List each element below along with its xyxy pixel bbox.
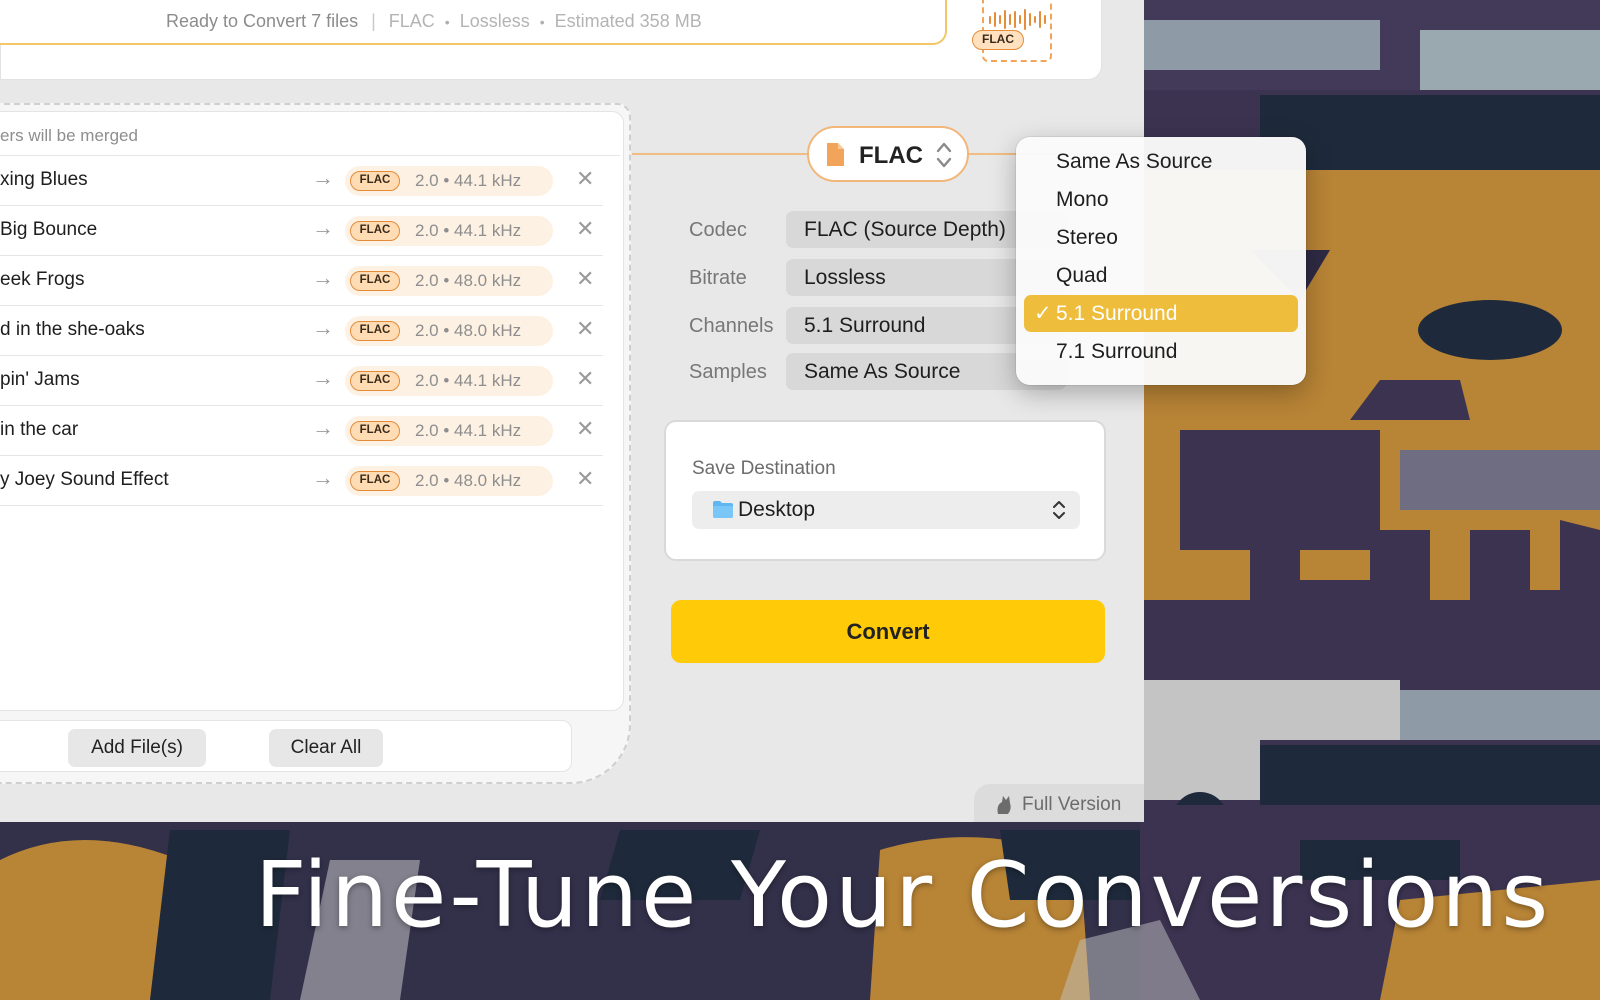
- file-spec-pill: FLAC 2.0 • 44.1 kHz: [345, 366, 553, 396]
- menu-item-label: Same As Source: [1056, 150, 1213, 173]
- status-dot: •: [539, 13, 545, 30]
- menu-item[interactable]: Same As Source: [1024, 143, 1298, 180]
- remove-file-button[interactable]: ✕: [576, 167, 594, 191]
- flac-badge: FLAC: [350, 171, 400, 191]
- save-destination-label: Save Destination: [692, 458, 836, 479]
- menu-item[interactable]: Mono: [1024, 181, 1298, 218]
- status-format: FLAC: [388, 11, 435, 31]
- channels-dropdown-menu: Same As Source Mono Stereo Quad ✓ 5.1 Surroun…: [1016, 137, 1306, 385]
- menu-item-label: Quad: [1056, 264, 1108, 287]
- flac-badge: FLAC: [350, 371, 400, 391]
- file-row[interactable]: pin' Jams → FLAC 2.0 • 44.1 kHz ✕: [0, 355, 603, 406]
- file-spec: 2.0 • 44.1 kHz: [415, 221, 522, 240]
- checkmark-icon: ✓: [1034, 302, 1052, 325]
- file-name: in the car: [0, 419, 79, 440]
- file-spec: 2.0 • 44.1 kHz: [415, 171, 522, 190]
- menu-item[interactable]: ✓ 5.1 Surround: [1024, 295, 1298, 332]
- flac-badge: FLAC: [350, 271, 400, 291]
- file-spec: 2.0 • 48.0 kHz: [415, 471, 522, 490]
- document-icon: [827, 143, 844, 166]
- output-format-selector[interactable]: FLAC: [807, 126, 969, 182]
- channels-label: Channels: [689, 315, 774, 337]
- file-name: pin' Jams: [0, 369, 80, 390]
- format-label: FLAC: [859, 142, 923, 169]
- arrow-right-icon: →: [312, 215, 334, 240]
- status-estimate: Estimated 358 MB: [554, 11, 702, 31]
- chevron-up-down-icon: [1053, 501, 1065, 519]
- remove-file-button[interactable]: ✕: [576, 467, 594, 491]
- remove-file-button[interactable]: ✕: [576, 267, 594, 291]
- file-row[interactable]: eek Frogs → FLAC 2.0 • 48.0 kHz ✕: [0, 255, 603, 306]
- menu-item[interactable]: Stereo: [1024, 219, 1298, 256]
- file-row[interactable]: in the car → FLAC 2.0 • 44.1 kHz ✕: [0, 405, 603, 456]
- file-row[interactable]: Big Bounce → FLAC 2.0 • 44.1 kHz ✕: [0, 205, 603, 256]
- bitrate-label: Bitrate: [689, 267, 747, 289]
- save-destination-card: Save Destination Desktop: [664, 420, 1106, 561]
- menu-item[interactable]: Quad: [1024, 257, 1298, 294]
- file-row[interactable]: y Joey Sound Effect → FLAC 2.0 • 48.0 kHz ✕: [0, 455, 603, 506]
- file-spec: 2.0 • 44.1 kHz: [415, 371, 522, 390]
- arrow-right-icon: →: [312, 315, 334, 340]
- conversion-status-bar: Ready to Convert 7 files | FLAC • Lossle…: [0, 0, 947, 45]
- arrow-right-icon: →: [312, 415, 334, 440]
- destination-value: Desktop: [738, 498, 816, 521]
- chevron-up-down-icon: [936, 142, 952, 168]
- file-name: y Joey Sound Effect: [0, 469, 169, 490]
- file-spec-pill: FLAC 2.0 • 44.1 kHz: [345, 416, 553, 446]
- file-spec: 2.0 • 48.0 kHz: [415, 271, 522, 290]
- file-name: Big Bounce: [0, 219, 98, 240]
- menu-item-label: Mono: [1056, 188, 1109, 211]
- file-row[interactable]: xing Blues → FLAC 2.0 • 44.1 kHz ✕: [0, 155, 603, 206]
- flac-badge: FLAC: [350, 471, 400, 491]
- flac-file-icon: FLAC: [972, 0, 1052, 62]
- arrow-right-icon: →: [312, 365, 334, 390]
- full-version-label: Full Version: [1022, 794, 1122, 815]
- status-separator: |: [371, 11, 376, 31]
- convert-button[interactable]: Convert: [671, 600, 1105, 663]
- remove-file-button[interactable]: ✕: [576, 417, 594, 441]
- ready-status-text: Ready to Convert 7 files: [166, 11, 359, 31]
- file-spec: 2.0 • 48.0 kHz: [415, 321, 522, 340]
- flac-badge: FLAC: [350, 421, 400, 441]
- flac-badge: FLAC: [350, 321, 400, 341]
- samples-label: Samples: [689, 361, 767, 383]
- menu-item-label: 7.1 Surround: [1056, 340, 1178, 363]
- file-spec-pill: FLAC 2.0 • 44.1 kHz: [345, 216, 553, 246]
- arrow-right-icon: →: [312, 265, 334, 290]
- menu-item[interactable]: 7.1 Surround: [1024, 333, 1298, 370]
- add-files-button[interactable]: Add File(s): [68, 729, 206, 767]
- destination-select[interactable]: Desktop: [692, 491, 1080, 529]
- file-spec-pill: FLAC 2.0 • 48.0 kHz: [345, 316, 553, 346]
- cat-icon: [997, 796, 1011, 814]
- file-row[interactable]: d in the she-oaks → FLAC 2.0 • 48.0 kHz ✕: [0, 305, 603, 356]
- status-quality: Lossless: [459, 11, 530, 31]
- flac-badge: FLAC: [972, 30, 1024, 50]
- status-dot: •: [444, 13, 450, 30]
- remove-file-button[interactable]: ✕: [576, 317, 594, 341]
- marketing-caption: Fine-Tune Your Conversions: [254, 843, 1552, 948]
- file-name: eek Frogs: [0, 269, 85, 290]
- codec-label: Codec: [689, 219, 747, 241]
- flac-badge: FLAC: [350, 221, 400, 241]
- app-window: Ready to Convert 7 files | FLAC • Lossle…: [0, 0, 1144, 822]
- arrow-right-icon: →: [312, 165, 334, 190]
- merge-note: ers will be merged: [0, 126, 138, 145]
- folder-icon: [713, 501, 733, 518]
- remove-file-button[interactable]: ✕: [576, 217, 594, 241]
- file-name: xing Blues: [0, 169, 88, 190]
- full-version-button[interactable]: Full Version: [974, 784, 1144, 822]
- file-spec-pill: FLAC 2.0 • 48.0 kHz: [345, 466, 553, 496]
- clear-all-button[interactable]: Clear All: [269, 729, 383, 767]
- file-spec-pill: FLAC 2.0 • 44.1 kHz: [345, 166, 553, 196]
- arrow-right-icon: →: [312, 465, 334, 490]
- top-status-strip: Ready to Convert 7 files | FLAC • Lossle…: [0, 0, 1102, 80]
- file-spec-pill: FLAC 2.0 • 48.0 kHz: [345, 266, 553, 296]
- menu-item-label: 5.1 Surround: [1056, 302, 1178, 325]
- file-spec: 2.0 • 44.1 kHz: [415, 421, 522, 440]
- menu-item-label: Stereo: [1056, 226, 1118, 249]
- remove-file-button[interactable]: ✕: [576, 367, 594, 391]
- file-name: d in the she-oaks: [0, 319, 145, 340]
- waveform-icon: [989, 9, 1046, 30]
